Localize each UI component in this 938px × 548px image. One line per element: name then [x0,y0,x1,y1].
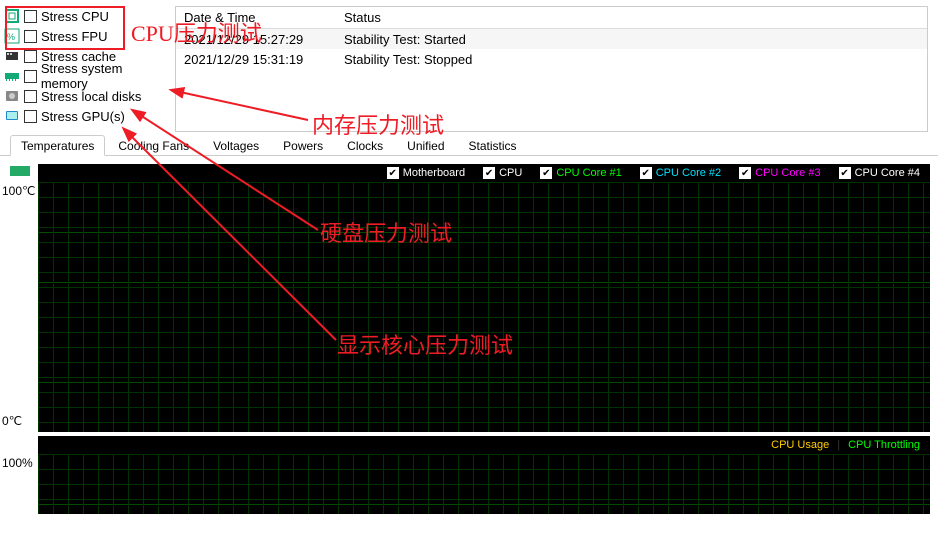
log-cell-date: 2021/12/29 15:27:29 [176,30,336,49]
stress-memory-label: Stress system memory [41,61,171,91]
tab-cooling-fans[interactable]: Cooling Fans [107,135,200,156]
log-header-status[interactable]: Status [336,8,927,27]
stress-memory-row[interactable]: Stress system memory [4,66,171,86]
stress-fpu-checkbox[interactable] [24,30,37,43]
tab-voltages[interactable]: Voltages [202,135,270,156]
tab-powers[interactable]: Powers [272,135,334,156]
legend-cpu[interactable]: ✔CPU [483,167,522,179]
memory-icon [4,68,20,84]
sensor-icon-strip [10,166,30,178]
stress-disk-label: Stress local disks [41,89,141,104]
legend-cpu-core-3[interactable]: ✔CPU Core #3 [739,167,820,179]
temp-y-max: 100℃ [2,184,36,198]
cache-icon [4,48,20,64]
stress-cpu-row[interactable]: Stress CPU [4,6,171,26]
stress-cpu-checkbox[interactable] [24,10,37,23]
stress-gpu-row[interactable]: Stress GPU(s) [4,106,171,126]
tab-unified[interactable]: Unified [396,135,455,156]
stress-options-panel: Stress CPU % Stress FPU Stress cache Str… [0,0,175,138]
log-cell-status: Stability Test: Stopped [336,50,927,69]
stress-gpu-label: Stress GPU(s) [41,109,125,124]
legend-cpu-usage[interactable]: CPU Usage [771,439,829,451]
svg-text:%: % [7,32,15,42]
tab-clocks[interactable]: Clocks [336,135,394,156]
cpu-usage-chart-canvas [38,454,930,514]
temperature-chart-canvas [38,182,930,432]
chart-tabs: Temperatures Cooling Fans Voltages Power… [0,134,938,156]
stress-disk-checkbox[interactable] [24,90,37,103]
log-header-date[interactable]: Date & Time [176,8,336,27]
stress-memory-checkbox[interactable] [24,70,37,83]
log-row[interactable]: 2021/12/29 15:31:19 Stability Test: Stop… [176,49,927,69]
stress-fpu-row[interactable]: % Stress FPU [4,26,171,46]
legend-separator: | [837,439,840,451]
cpu-usage-legend: CPU Usage | CPU Throttling [38,436,930,454]
log-header-row: Date & Time Status [176,7,927,29]
legend-motherboard[interactable]: ✔Motherboard [387,167,465,179]
log-cell-status: Stability Test: Started [336,30,927,49]
cpu-usage-chart: CPU Usage | CPU Throttling 100% [38,436,930,514]
temperature-legend: ✔Motherboard ✔CPU ✔CPU Core #1 ✔CPU Core… [38,164,930,182]
log-cell-date: 2021/12/29 15:31:19 [176,50,336,69]
tab-temperatures[interactable]: Temperatures [10,135,105,156]
legend-cpu-core-2[interactable]: ✔CPU Core #2 [640,167,721,179]
stress-cache-checkbox[interactable] [24,50,37,63]
usage-y-max: 100% [2,456,33,470]
gpu-icon [4,108,20,124]
legend-cpu-core-1[interactable]: ✔CPU Core #1 [540,167,621,179]
temp-y-min: 0℃ [2,414,22,428]
stress-fpu-label: Stress FPU [41,29,107,44]
stress-gpu-checkbox[interactable] [24,110,37,123]
temperature-chart: ✔Motherboard ✔CPU ✔CPU Core #1 ✔CPU Core… [38,164,930,432]
fpu-icon: % [4,28,20,44]
legend-cpu-core-4[interactable]: ✔CPU Core #4 [839,167,920,179]
disk-icon [4,88,20,104]
event-log-panel: Date & Time Status 2021/12/29 15:27:29 S… [175,6,928,132]
cpu-icon [4,8,20,24]
stress-cpu-label: Stress CPU [41,9,109,24]
log-row[interactable]: 2021/12/29 15:27:29 Stability Test: Star… [176,29,927,49]
legend-cpu-throttling[interactable]: CPU Throttling [848,439,920,451]
tab-statistics[interactable]: Statistics [458,135,528,156]
